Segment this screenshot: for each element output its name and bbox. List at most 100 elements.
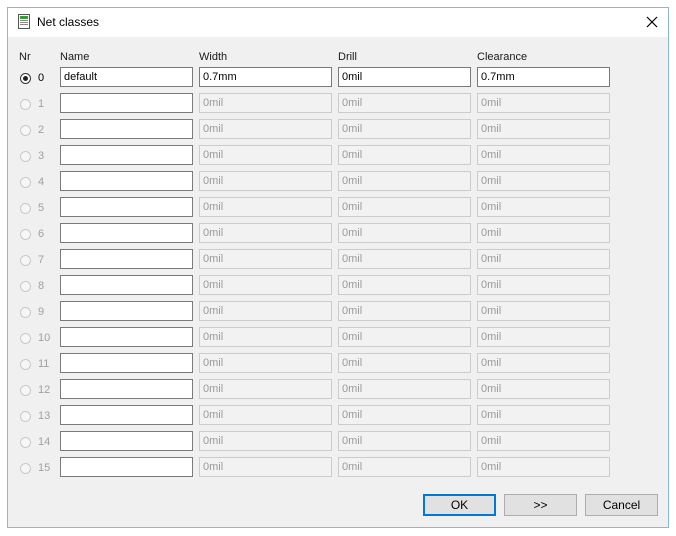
width-field[interactable]: 0mil [199,197,332,217]
clearance-field[interactable]: 0mil [477,405,610,425]
net-class-row: 11 0mil 0mil 0mil [8,353,668,379]
name-field[interactable] [60,405,193,425]
width-field[interactable]: 0mil [199,249,332,269]
name-field[interactable] [60,275,193,295]
clearance-field[interactable]: 0mil [477,119,610,139]
clearance-field[interactable]: 0.7mm [477,67,610,87]
clearance-field[interactable]: 0mil [477,327,610,347]
width-field[interactable]: 0mil [199,457,332,477]
width-field[interactable]: 0mil [199,145,332,165]
net-class-radio[interactable] [20,125,31,136]
net-class-number: 11 [38,358,50,370]
name-field[interactable] [60,249,193,269]
net-class-radio[interactable] [20,333,31,344]
ok-button[interactable]: OK [423,494,496,516]
name-field[interactable] [60,431,193,451]
drill-field[interactable]: 0mil [338,275,471,295]
clearance-field[interactable]: 0mil [477,379,610,399]
net-class-radio[interactable] [20,463,31,474]
width-field[interactable]: 0mil [199,301,332,321]
drill-field[interactable]: 0mil [338,301,471,321]
clearance-field[interactable]: 0mil [477,145,610,165]
clearance-field[interactable]: 0mil [477,301,610,321]
drill-field[interactable]: 0mil [338,223,471,243]
net-class-radio[interactable] [20,99,31,110]
header-drill: Drill [338,51,357,63]
name-field[interactable]: default [60,67,193,87]
net-class-radio[interactable] [20,229,31,240]
width-field[interactable]: 0mil [199,431,332,451]
net-class-radio[interactable] [20,437,31,448]
clearance-field[interactable]: 0mil [477,223,610,243]
net-class-row: 7 0mil 0mil 0mil [8,249,668,275]
net-class-radio[interactable] [20,73,31,84]
name-field[interactable] [60,171,193,191]
net-class-radio[interactable] [20,359,31,370]
clearance-field[interactable]: 0mil [477,171,610,191]
net-class-number: 3 [38,150,45,162]
name-field[interactable] [60,353,193,373]
width-field[interactable]: 0mil [199,119,332,139]
name-field[interactable] [60,223,193,243]
name-field[interactable] [60,145,193,165]
drill-field[interactable]: 0mil [338,197,471,217]
width-field[interactable]: 0mil [199,327,332,347]
net-class-radio[interactable] [20,411,31,422]
net-class-number: 15 [38,462,51,474]
next-button[interactable]: >> [504,494,577,516]
name-field[interactable] [60,457,193,477]
drill-field[interactable]: 0mil [338,353,471,373]
net-class-row: 2 0mil 0mil 0mil [8,119,668,145]
drill-field[interactable]: 0mil [338,327,471,347]
name-field[interactable] [60,327,193,347]
net-class-row: 6 0mil 0mil 0mil [8,223,668,249]
net-class-number: 10 [38,332,51,344]
net-class-radio[interactable] [20,255,31,266]
net-class-number: 2 [38,124,45,136]
drill-field[interactable]: 0mil [338,379,471,399]
width-field[interactable]: 0mil [199,405,332,425]
net-class-row: 4 0mil 0mil 0mil [8,171,668,197]
cancel-button[interactable]: Cancel [585,494,658,516]
name-field[interactable] [60,197,193,217]
clearance-field[interactable]: 0mil [477,93,610,113]
clearance-field[interactable]: 0mil [477,431,610,451]
clearance-field[interactable]: 0mil [477,249,610,269]
drill-field[interactable]: 0mil [338,171,471,191]
clearance-field[interactable]: 0mil [477,353,610,373]
drill-field[interactable]: 0mil [338,119,471,139]
clearance-field[interactable]: 0mil [477,275,610,295]
net-class-radio[interactable] [20,281,31,292]
header-name: Name [60,51,90,63]
net-class-radio[interactable] [20,177,31,188]
close-icon[interactable] [644,14,660,30]
net-class-radio[interactable] [20,307,31,318]
drill-field[interactable]: 0mil [338,457,471,477]
drill-field[interactable]: 0mil [338,67,471,87]
name-field[interactable] [60,301,193,321]
drill-field[interactable]: 0mil [338,145,471,165]
drill-field[interactable]: 0mil [338,431,471,451]
net-class-radio[interactable] [20,385,31,396]
clearance-field[interactable]: 0mil [477,457,610,477]
name-field[interactable] [60,93,193,113]
width-field[interactable]: 0.7mm [199,67,332,87]
width-field[interactable]: 0mil [199,379,332,399]
width-field[interactable]: 0mil [199,93,332,113]
net-class-row: 9 0mil 0mil 0mil [8,301,668,327]
header-width: Width [199,51,228,63]
width-field[interactable]: 0mil [199,275,332,295]
name-field[interactable] [60,379,193,399]
width-field[interactable]: 0mil [199,223,332,243]
drill-field[interactable]: 0mil [338,249,471,269]
net-class-row: 0 default 0.7mm 0mil 0.7mm [8,67,668,93]
net-class-radio[interactable] [20,151,31,162]
drill-field[interactable]: 0mil [338,405,471,425]
net-class-number: 14 [38,436,51,448]
net-class-radio[interactable] [20,203,31,214]
name-field[interactable] [60,119,193,139]
width-field[interactable]: 0mil [199,353,332,373]
clearance-field[interactable]: 0mil [477,197,610,217]
width-field[interactable]: 0mil [199,171,332,191]
drill-field[interactable]: 0mil [338,93,471,113]
